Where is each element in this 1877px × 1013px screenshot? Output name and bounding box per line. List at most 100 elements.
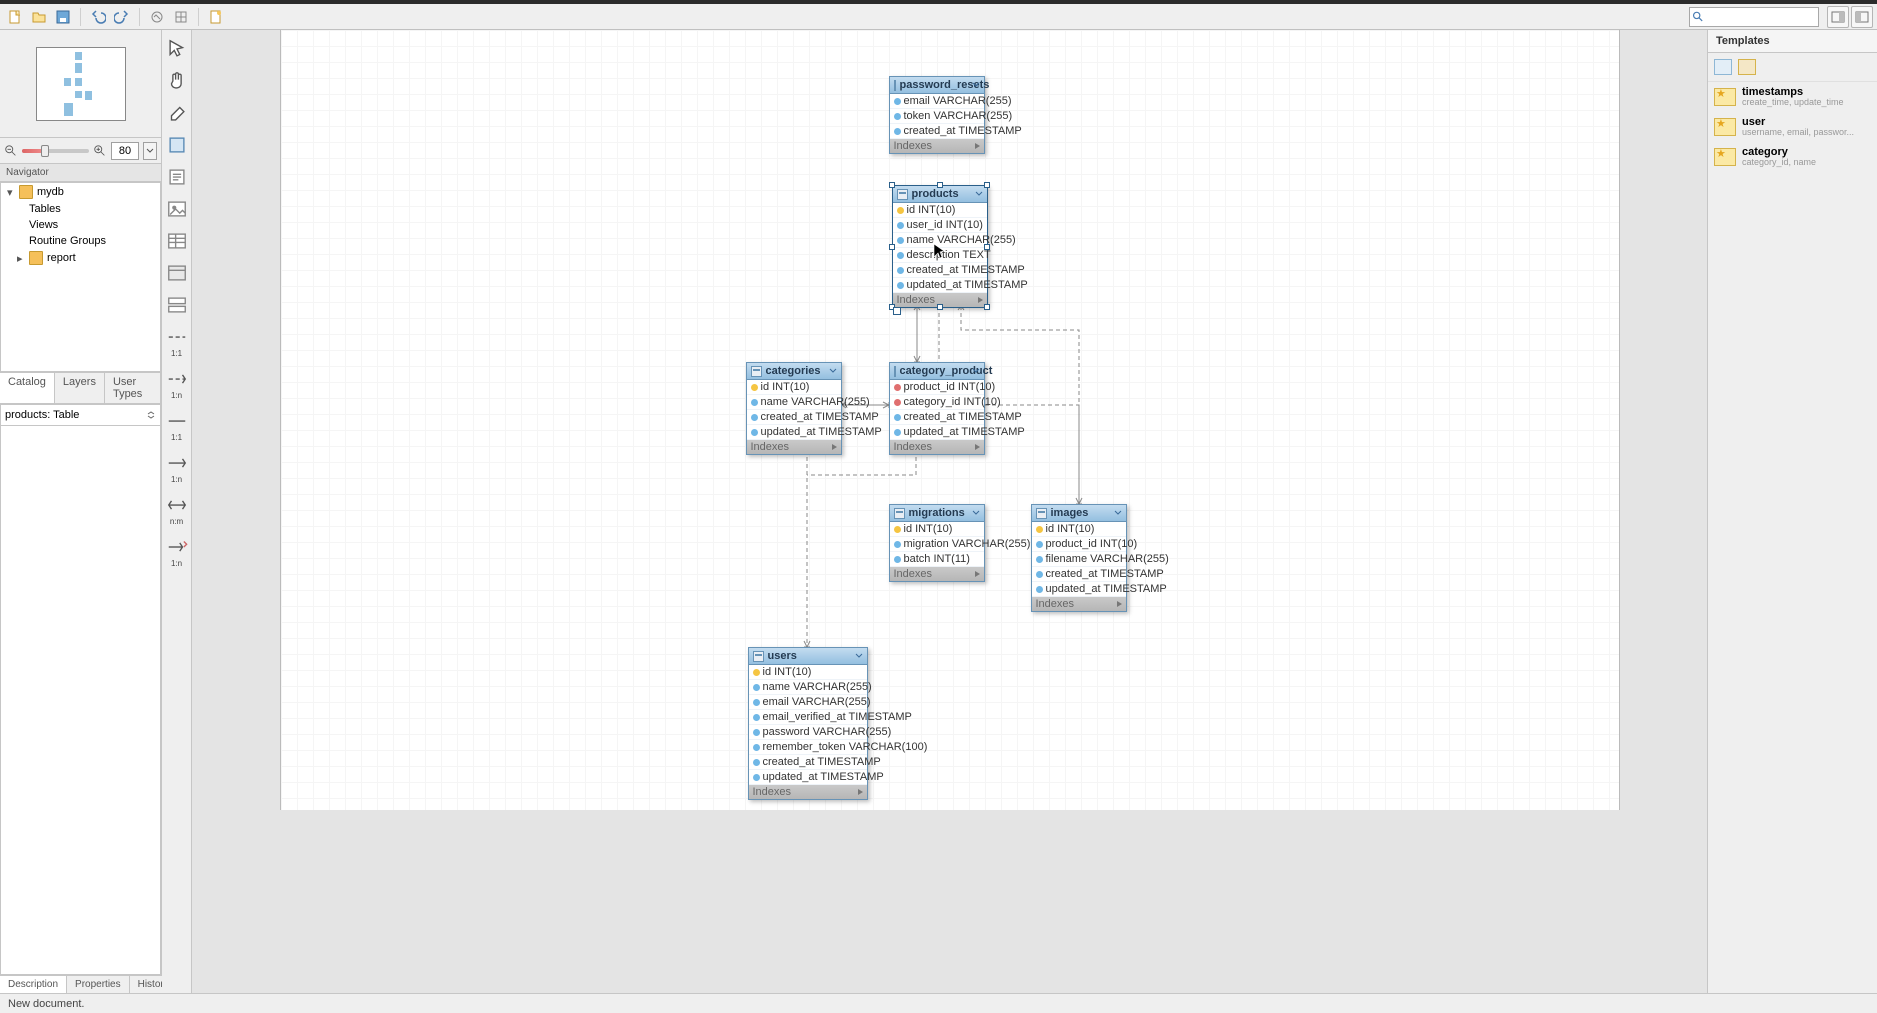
table-column[interactable]: created_at TIMESTAMP: [890, 124, 984, 139]
table-column[interactable]: product_id INT(10): [1032, 537, 1126, 552]
table-column[interactable]: updated_at TIMESTAMP: [1032, 582, 1126, 597]
table-header[interactable]: category_product: [890, 363, 984, 380]
tool-hand-icon[interactable]: [166, 70, 188, 92]
resize-handle[interactable]: [889, 182, 895, 188]
tab-description[interactable]: Description: [0, 976, 67, 993]
table-column[interactable]: email_verified_at TIMESTAMP: [749, 710, 867, 725]
table-header[interactable]: migrations: [890, 505, 984, 522]
schema-tree[interactable]: ▾mydb Tables Views Routine Groups ▸repor…: [0, 182, 161, 372]
table-header[interactable]: images: [1032, 505, 1126, 522]
tool-layer-icon[interactable]: [166, 134, 188, 156]
table-column[interactable]: id INT(10): [1032, 522, 1126, 537]
table-column[interactable]: description TEXT: [893, 248, 987, 263]
table-header[interactable]: categories: [747, 363, 841, 380]
table-column[interactable]: id INT(10): [893, 203, 987, 218]
chevron-down-icon[interactable]: [828, 366, 838, 376]
table-header[interactable]: products: [893, 186, 987, 203]
search-box[interactable]: [1689, 7, 1819, 27]
table-column[interactable]: product_id INT(10): [890, 380, 984, 395]
diagram-scroll[interactable]: password_resetsemail VARCHAR(255)token V…: [192, 30, 1707, 993]
tool-rel-n-m-icon[interactable]: [166, 494, 188, 516]
validate-icon[interactable]: [146, 6, 168, 28]
table-column[interactable]: created_at TIMESTAMP: [1032, 567, 1126, 582]
table-column[interactable]: email VARCHAR(255): [749, 695, 867, 710]
table-column[interactable]: created_at TIMESTAMP: [893, 263, 987, 278]
table-column[interactable]: updated_at TIMESTAMP: [747, 425, 841, 440]
table-password_resets[interactable]: password_resetsemail VARCHAR(255)token V…: [889, 76, 985, 154]
tab-properties[interactable]: Properties: [67, 976, 130, 993]
save-icon[interactable]: [52, 6, 74, 28]
zoom-dropdown[interactable]: [143, 142, 157, 160]
table-column[interactable]: category_id INT(10): [890, 395, 984, 410]
resize-handle[interactable]: [937, 304, 943, 310]
table-users[interactable]: usersid INT(10)name VARCHAR(255)email VA…: [748, 647, 868, 800]
chevron-down-icon[interactable]: [1113, 508, 1123, 518]
table-column[interactable]: batch INT(11): [890, 552, 984, 567]
template-group-icon[interactable]: [1714, 59, 1732, 75]
table-column[interactable]: name VARCHAR(255): [747, 395, 841, 410]
tree-node-tables[interactable]: Tables: [1, 201, 160, 217]
new-file-icon[interactable]: [4, 6, 26, 28]
resize-handle[interactable]: [984, 244, 990, 250]
table-column[interactable]: migration VARCHAR(255): [890, 537, 984, 552]
table-column[interactable]: updated_at TIMESTAMP: [893, 278, 987, 293]
tree-node-views[interactable]: Views: [1, 217, 160, 233]
tab-user-types[interactable]: User Types: [105, 373, 161, 403]
template-group-icon[interactable]: [1738, 59, 1756, 75]
table-column[interactable]: created_at TIMESTAMP: [749, 755, 867, 770]
table-column[interactable]: email VARCHAR(255): [890, 94, 984, 109]
zoom-slider[interactable]: [22, 149, 89, 153]
tool-rel-1-1-icon[interactable]: [166, 326, 188, 348]
undo-icon[interactable]: [87, 6, 109, 28]
table-category_product[interactable]: category_productproduct_id INT(10)catego…: [889, 362, 985, 455]
table-images[interactable]: imagesid INT(10)product_id INT(10)filena…: [1031, 504, 1127, 612]
zoom-in-icon[interactable]: [93, 144, 107, 158]
search-input[interactable]: [1705, 11, 1816, 23]
table-indexes[interactable]: Indexes: [890, 440, 984, 454]
chevron-down-icon[interactable]: [971, 80, 981, 90]
table-migrations[interactable]: migrationsid INT(10)migration VARCHAR(25…: [889, 504, 985, 582]
template-item-category[interactable]: categorycategory_id, name: [1708, 142, 1877, 172]
tool-rel-1-n-place-icon[interactable]: [166, 536, 188, 558]
diagram-canvas[interactable]: password_resetsemail VARCHAR(255)token V…: [280, 30, 1620, 810]
table-column[interactable]: password VARCHAR(255): [749, 725, 867, 740]
table-column[interactable]: updated_at TIMESTAMP: [890, 425, 984, 440]
tab-catalog[interactable]: Catalog: [0, 373, 55, 403]
chevron-down-icon[interactable]: [854, 651, 864, 661]
tool-rel-1-1-id-icon[interactable]: [166, 410, 188, 432]
template-item-timestamps[interactable]: timestampscreate_time, update_time: [1708, 82, 1877, 112]
resize-handle[interactable]: [984, 304, 990, 310]
chevron-down-icon[interactable]: [971, 366, 981, 376]
tree-node-routine-groups[interactable]: Routine Groups: [1, 233, 160, 249]
table-products[interactable]: productsid INT(10)user_id INT(10)name VA…: [892, 185, 988, 308]
resize-handle[interactable]: [937, 182, 943, 188]
tool-image-icon[interactable]: [166, 198, 188, 220]
table-column[interactable]: remember_token VARCHAR(100): [749, 740, 867, 755]
redo-icon[interactable]: [111, 6, 133, 28]
tool-eraser-icon[interactable]: [166, 102, 188, 124]
table-categories[interactable]: categoriesid INT(10)name VARCHAR(255)cre…: [746, 362, 842, 455]
tool-note-icon[interactable]: [166, 166, 188, 188]
template-item-user[interactable]: userusername, email, passwor...: [1708, 112, 1877, 142]
table-indexes[interactable]: Indexes: [747, 440, 841, 454]
table-column[interactable]: id INT(10): [747, 380, 841, 395]
tool-rel-1-n-id-icon[interactable]: [166, 452, 188, 474]
tool-view-icon[interactable]: [166, 262, 188, 284]
table-header[interactable]: password_resets: [890, 77, 984, 94]
chevron-down-icon[interactable]: [971, 508, 981, 518]
tree-schema-mydb[interactable]: ▾mydb: [1, 183, 160, 201]
table-column[interactable]: id INT(10): [890, 522, 984, 537]
table-indexes[interactable]: Indexes: [890, 567, 984, 581]
table-column[interactable]: id INT(10): [749, 665, 867, 680]
tab-layers[interactable]: Layers: [55, 373, 105, 403]
table-column[interactable]: name VARCHAR(255): [893, 233, 987, 248]
grid-icon[interactable]: [170, 6, 192, 28]
table-column[interactable]: created_at TIMESTAMP: [890, 410, 984, 425]
tool-rel-1-n-icon[interactable]: [166, 368, 188, 390]
tree-schema-report[interactable]: ▸report: [1, 249, 160, 267]
table-column[interactable]: filename VARCHAR(255): [1032, 552, 1126, 567]
toggle-right-panel-icon[interactable]: [1827, 6, 1849, 28]
table-indexes[interactable]: Indexes: [890, 139, 984, 153]
table-column[interactable]: updated_at TIMESTAMP: [749, 770, 867, 785]
toggle-left-panel-icon[interactable]: [1851, 6, 1873, 28]
